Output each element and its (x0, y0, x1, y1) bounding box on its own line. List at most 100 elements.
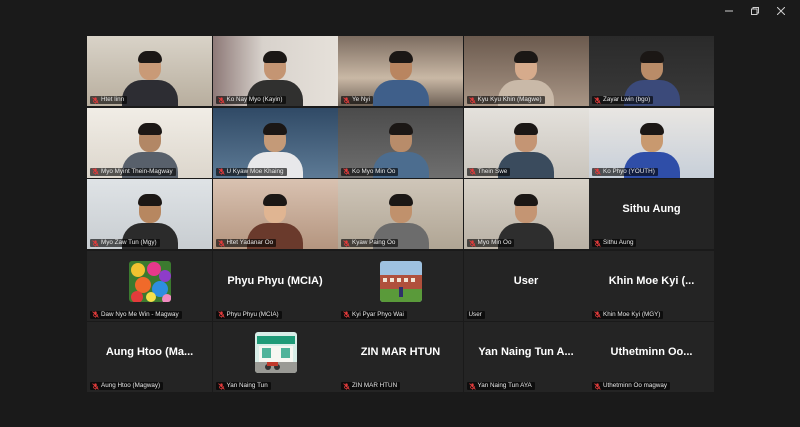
participant-name-tag: Ye Nyi (341, 96, 373, 104)
participant-name: Ye Nyi (352, 96, 370, 103)
participant-name: Zayar Lwin (bgo) (603, 96, 651, 103)
participant-tile[interactable]: Htet Yadanar Oo (212, 179, 338, 249)
participant-name-tag: Yan Naing Tun AYA (466, 382, 535, 390)
participant-name: Daw Nyo Me Win - Magway (101, 310, 179, 318)
participant-display-name: User (513, 274, 539, 287)
mic-muted-icon (343, 239, 350, 247)
participant-tile[interactable]: Ko Nay Myo (Kayin) (212, 36, 338, 106)
participant-name: Khin Moe Kyi (MGY) (603, 310, 661, 318)
participant-tile[interactable]: Khin Moe Kyi (... Khin Moe Kyi (MGY) (589, 250, 714, 321)
participant-figure (372, 46, 429, 106)
participant-tile[interactable]: ZIN MAR HTUN ZIN MAR HTUN (338, 322, 463, 392)
participant-tile[interactable]: User User (463, 250, 589, 321)
participant-tile[interactable]: Kyi Pyar Phyo Wai (338, 250, 463, 321)
mic-muted-icon (343, 168, 350, 175)
participant-name: Myo Zaw Tun (Mgy) (101, 239, 157, 246)
participant-name: Yan Naing Tun (226, 382, 268, 389)
mic-muted-icon (468, 382, 476, 390)
participant-name: User (468, 310, 482, 318)
participant-tile[interactable]: Htet linn (87, 36, 212, 106)
participant-name-tag: ZIN MAR HTUN (341, 382, 401, 390)
participant-tile[interactable]: Zayar Lwin (bgo) (589, 36, 714, 106)
participant-tile[interactable]: Myo Zaw Tun (Mgy) (87, 179, 212, 249)
participant-name: ZIN MAR HTUN (352, 382, 398, 389)
participant-tile[interactable]: Ye Nyi (338, 36, 463, 106)
mic-muted-icon (594, 239, 601, 247)
participant-name: U Kyaw Moe Khaing (226, 167, 284, 175)
participant-display-name: Yan Naing Tun A... (478, 346, 574, 358)
participant-name-tag: Aung Htoo (Magway) (90, 382, 164, 390)
participant-name: Thein Swe (477, 167, 508, 175)
participant-name-tag: Uthetminn Oo magway (592, 382, 671, 390)
participant-name: Ko Phyo (YOUTH) (603, 167, 655, 175)
mic-muted-icon (92, 96, 99, 104)
mic-muted-icon (217, 239, 225, 247)
mic-muted-icon (468, 96, 476, 104)
participant-name: Kyu Kyu Khin (Magwe) (477, 96, 542, 103)
mic-muted-icon (343, 96, 350, 104)
participant-tile[interactable]: Uthetminn Oo... Uthetminn Oo magway (589, 322, 714, 392)
participant-display-name: Sithu Aung (622, 203, 681, 215)
participant-name: Myo Min Oo (477, 239, 512, 246)
participant-name: Yan Naing Tun AYA (477, 382, 532, 389)
participant-name: Kyaw Paing Oo (352, 239, 396, 246)
participant-name-tag: Myo Zaw Tun (Mgy) (90, 239, 160, 247)
minimize-icon[interactable] (718, 4, 740, 18)
participant-name-tag: Sithu Aung (592, 239, 637, 247)
participant-tile[interactable]: Kyaw Paing Oo (338, 179, 463, 249)
participant-name: Ko Myo Min Oo (352, 167, 396, 175)
participant-name-tag: Daw Nyo Me Win - Magway (90, 310, 182, 319)
participant-name-tag: Htet Yadanar Oo (215, 239, 277, 247)
participant-name-tag: Ko Phyo (YOUTH) (592, 167, 658, 176)
participant-name-tag: U Kyaw Moe Khaing (215, 167, 287, 176)
participant-tile[interactable]: Thein Swe (463, 107, 589, 178)
mic-muted-icon (217, 382, 225, 390)
participant-tile[interactable]: Ko Myo Min Oo (338, 107, 463, 178)
window-controls (718, 4, 792, 18)
participant-name-tag: Yan Naing Tun (215, 382, 271, 390)
participant-name: Phyu Phyu (MCIA) (226, 310, 279, 318)
participant-name: Myo Myint Thein-Magway (101, 167, 173, 175)
profile-picture (254, 332, 297, 373)
mic-muted-icon (594, 382, 601, 390)
participant-figure (121, 46, 178, 106)
participant-display-name: ZIN MAR HTUN (360, 346, 441, 358)
participant-tile[interactable]: Yan Naing Tun (212, 322, 338, 392)
participant-tile[interactable]: Ko Phyo (YOUTH) (589, 107, 714, 178)
participant-name: Htet linn (101, 96, 125, 103)
profile-picture (129, 260, 171, 302)
participant-name-tag: Kyi Pyar Phyo Wai (341, 310, 407, 319)
participant-tile[interactable]: U Kyaw Moe Khaing (212, 107, 338, 178)
participant-name: Sithu Aung (603, 239, 634, 246)
mic-muted-icon (92, 382, 99, 390)
participant-name-tag: Ko Myo Min Oo (341, 167, 399, 176)
participant-name-tag: Htet linn (90, 96, 128, 104)
mic-muted-icon (92, 168, 99, 175)
participant-tile[interactable]: Myo Myint Thein-Magway (87, 107, 212, 178)
participant-name-tag: Zayar Lwin (bgo) (592, 96, 654, 104)
participant-name: Ko Nay Myo (Kayin) (226, 96, 283, 103)
participant-name: Kyi Pyar Phyo Wai (352, 310, 404, 318)
close-icon[interactable] (770, 4, 792, 18)
participant-name: Htet Yadanar Oo (226, 239, 274, 246)
participant-name-tag: Ko Nay Myo (Kayin) (215, 96, 286, 104)
mic-muted-icon (468, 168, 476, 175)
mic-muted-icon (594, 96, 601, 104)
participant-tile[interactable]: Aung Htoo (Ma... Aung Htoo (Magway) (87, 322, 212, 392)
mic-muted-icon (217, 168, 225, 175)
participant-tile[interactable]: Phyu Phyu (MCIA) Phyu Phyu (MCIA) (212, 250, 338, 321)
participant-name: Uthetminn Oo magway (603, 382, 668, 389)
mic-muted-icon (343, 382, 350, 390)
mic-muted-icon (343, 311, 350, 318)
restore-icon[interactable] (744, 4, 766, 18)
participant-tile[interactable]: Myo Min Oo (463, 179, 589, 249)
participant-name-tag: Kyaw Paing Oo (341, 239, 399, 247)
profile-picture (380, 260, 422, 302)
participant-tile[interactable]: Daw Nyo Me Win - Magway (87, 250, 212, 321)
participant-tile[interactable]: Yan Naing Tun A... Yan Naing Tun AYA (463, 322, 589, 392)
mic-muted-icon (92, 239, 99, 247)
participant-tile[interactable]: Sithu Aung Sithu Aung (589, 179, 714, 249)
mic-muted-icon (468, 239, 476, 247)
participant-tile[interactable]: Kyu Kyu Khin (Magwe) (463, 36, 589, 106)
mic-muted-icon (217, 311, 225, 318)
